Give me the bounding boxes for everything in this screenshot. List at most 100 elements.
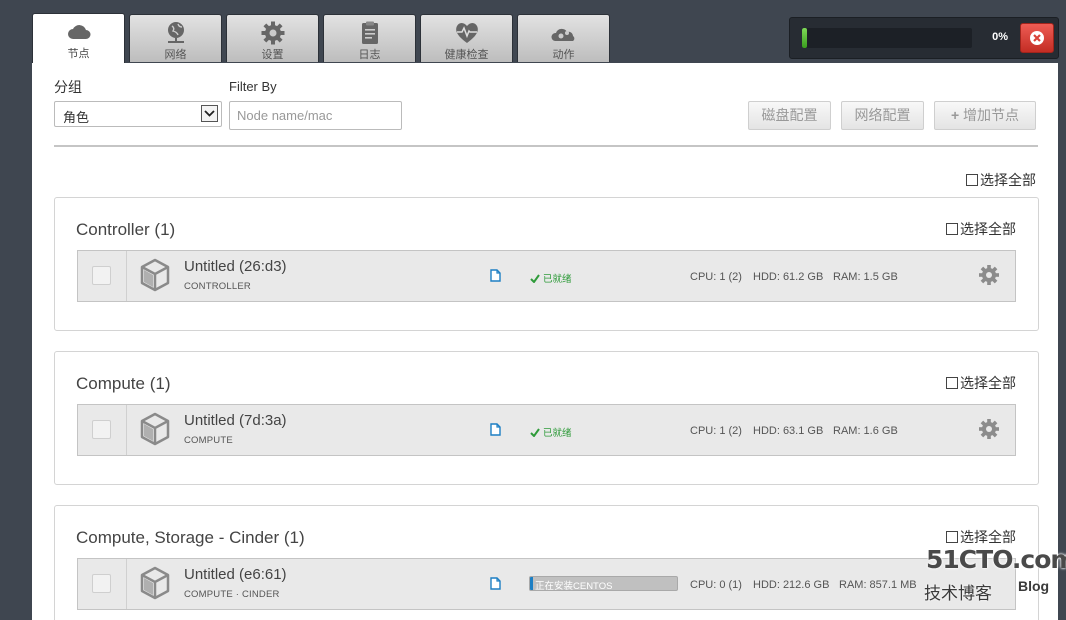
cloud-icon xyxy=(67,25,90,39)
group-by-value: 角色 xyxy=(63,110,90,125)
tab-nodes[interactable]: 节点 xyxy=(32,13,125,63)
tab-logs[interactable]: 日志 xyxy=(323,14,416,62)
node-row[interactable]: Untitled (7d:3a) COMPUTE 已就绪 CPU: 1 (2) … xyxy=(77,404,1016,456)
node-roles: COMPUTE · CINDER xyxy=(184,589,280,600)
add-nodes-label: 增加节点 xyxy=(963,107,1020,123)
progress-percent: 0% xyxy=(992,31,1008,43)
network-config-button[interactable]: 网络配置 xyxy=(841,101,924,130)
group-by-select[interactable]: 角色 xyxy=(54,101,222,127)
check-icon xyxy=(530,274,540,284)
divider xyxy=(126,405,127,455)
watermark-sub: 技术博客 xyxy=(924,584,992,603)
file-log-icon[interactable] xyxy=(490,423,501,436)
status-text: 已就绪 xyxy=(543,274,572,285)
node-group-compute-storage-cinder: Compute, Storage - Cinder (1) 选择全部 Untit… xyxy=(54,505,1039,620)
tab-label: 日志 xyxy=(358,49,381,61)
nodes-panel: 分组 Filter By 角色 磁盘配置 网络配置 + 增加节点 选择全部 Co… xyxy=(32,63,1058,620)
server-box-icon xyxy=(140,566,170,600)
gears-cloud-icon xyxy=(550,28,574,41)
deploy-progress: 0% xyxy=(789,17,1059,59)
node-hdd: HDD: 61.2 GB xyxy=(753,271,824,283)
watermark-logo: 51CTO.com 技术博客 Blog xyxy=(920,545,1066,605)
node-ram: RAM: 1.6 GB xyxy=(833,425,898,437)
group-title: Compute, Storage - Cinder (1) xyxy=(76,528,305,547)
tab-health-check[interactable]: 健康检查 xyxy=(420,14,513,62)
node-checkbox[interactable] xyxy=(92,266,111,285)
tab-label: 设置 xyxy=(261,49,284,61)
select-all-group[interactable]: 选择全部 xyxy=(946,373,1016,393)
node-name: Untitled (7d:3a) xyxy=(184,412,287,429)
gear-icon[interactable] xyxy=(978,418,1000,440)
tab-label: 网络 xyxy=(164,49,187,61)
node-ram: RAM: 857.1 MB xyxy=(839,579,917,591)
node-roles: CONTROLLER xyxy=(184,281,251,292)
checkbox[interactable] xyxy=(946,377,958,389)
group-by-label: 分组 xyxy=(54,79,82,95)
plus-icon: + xyxy=(950,107,960,123)
file-log-icon[interactable] xyxy=(490,269,501,282)
node-ram: RAM: 1.5 GB xyxy=(833,271,898,283)
select-all-label: 选择全部 xyxy=(980,172,1036,188)
node-cpu: CPU: 1 (2) xyxy=(690,271,742,283)
file-log-icon[interactable] xyxy=(490,577,501,590)
tab-label: 节点 xyxy=(67,48,90,60)
filter-input[interactable] xyxy=(229,101,402,130)
clipboard-icon xyxy=(361,21,378,44)
tab-settings[interactable]: 设置 xyxy=(226,14,319,62)
globe-network-icon xyxy=(167,22,184,43)
status-text: 已就绪 xyxy=(543,428,572,439)
node-hdd: HDD: 63.1 GB xyxy=(753,425,824,437)
group-title: Compute (1) xyxy=(76,374,171,393)
add-nodes-button[interactable]: + 增加节点 xyxy=(934,101,1036,130)
node-cpu: CPU: 1 (2) xyxy=(690,425,742,437)
select-all-nodes[interactable]: 选择全部 xyxy=(966,170,1036,190)
disk-config-button[interactable]: 磁盘配置 xyxy=(748,101,831,130)
node-name: Untitled (e6:61) xyxy=(184,566,287,583)
watermark-main: 51CTO.com xyxy=(926,545,1066,574)
gear-icon[interactable] xyxy=(978,264,1000,286)
divider xyxy=(126,559,127,609)
select-all-group[interactable]: 选择全部 xyxy=(946,219,1016,239)
checkbox[interactable] xyxy=(966,174,978,186)
divider xyxy=(54,145,1038,147)
progress-fill xyxy=(802,28,807,48)
checkbox[interactable] xyxy=(946,223,958,235)
node-hdd: HDD: 212.6 GB xyxy=(753,579,830,591)
tab-label: 动作 xyxy=(552,49,575,61)
check-icon xyxy=(530,428,540,438)
checkbox[interactable] xyxy=(946,531,958,543)
server-box-icon xyxy=(140,258,170,292)
server-box-icon xyxy=(140,412,170,446)
chevron-down-icon xyxy=(201,105,218,122)
node-cpu: CPU: 0 (1) xyxy=(690,579,742,591)
group-title: Controller (1) xyxy=(76,220,176,239)
node-row[interactable]: Untitled (26:d3) CONTROLLER 已就绪 CPU: 1 (… xyxy=(77,250,1016,302)
install-progress-bar: 正在安装CENTOS xyxy=(529,576,678,591)
status-ready: 已就绪 xyxy=(530,271,572,285)
gear-icon xyxy=(261,21,284,45)
node-group-compute: Compute (1) 选择全部 Untitled (7d:3a) COMPUT… xyxy=(54,351,1039,485)
install-progress-fill xyxy=(530,577,533,590)
tab-network[interactable]: 网络 xyxy=(129,14,222,62)
node-checkbox[interactable] xyxy=(92,574,111,593)
close-icon xyxy=(1030,31,1044,45)
filter-by-label: Filter By xyxy=(229,79,277,94)
node-group-controller: Controller (1) 选择全部 Untitled (26:d3) CON… xyxy=(54,197,1039,331)
tab-label: 健康检查 xyxy=(444,49,489,61)
install-progress-text: 正在安装CENTOS xyxy=(535,581,613,591)
select-all-label: 选择全部 xyxy=(960,221,1016,237)
select-all-label: 选择全部 xyxy=(960,375,1016,391)
watermark-blog: Blog xyxy=(1018,578,1050,594)
progress-bar xyxy=(802,28,972,48)
node-roles: COMPUTE xyxy=(184,435,233,446)
tab-actions[interactable]: 动作 xyxy=(517,14,610,62)
divider xyxy=(126,251,127,301)
node-name: Untitled (26:d3) xyxy=(184,258,287,275)
node-row[interactable]: Untitled (e6:61) COMPUTE · CINDER 正在安装CE… xyxy=(77,558,1016,610)
node-checkbox[interactable] xyxy=(92,420,111,439)
heartbeat-icon xyxy=(455,23,478,43)
status-ready: 已就绪 xyxy=(530,425,572,439)
select-all-group[interactable]: 选择全部 xyxy=(946,527,1016,547)
stop-deployment-button[interactable] xyxy=(1020,23,1054,53)
select-all-label: 选择全部 xyxy=(960,529,1016,545)
